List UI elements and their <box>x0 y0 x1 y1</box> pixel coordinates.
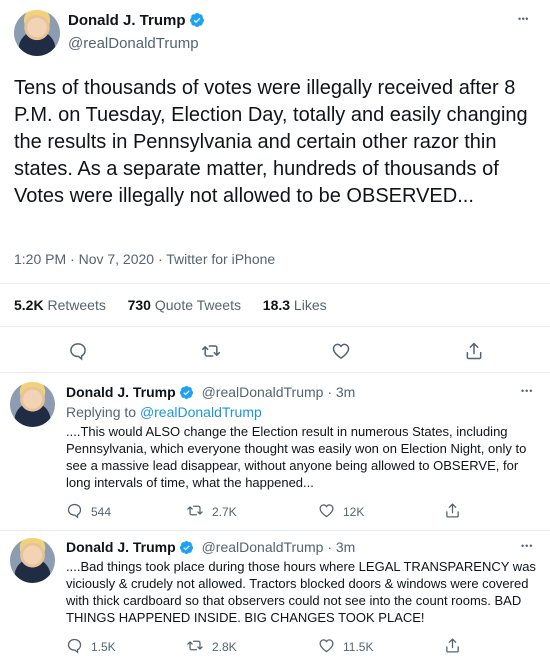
reply-header: Donald J. Trump @realDonaldTrump · 3m <box>66 384 355 403</box>
verified-badge-icon <box>179 540 194 558</box>
replying-to-label: Replying to <box>66 404 140 420</box>
author-handle[interactable]: @realDonaldTrump <box>68 35 205 52</box>
replying-to: Replying to @realDonaldTrump <box>66 404 262 420</box>
tweet-text: Tens of thousands of votes were illegall… <box>14 77 528 207</box>
retweet-action[interactable]: 2.8K <box>186 637 237 659</box>
timestamp[interactable]: · 3m <box>327 539 355 555</box>
retweet-action[interactable]: 2.7K <box>186 502 237 524</box>
reply-action[interactable]: 1.5K <box>66 637 116 659</box>
reply-header: Donald J. Trump @realDonaldTrump · 3m <box>66 539 355 558</box>
stat-label: Quote Tweets <box>154 297 241 313</box>
reply-text: ....Bad things took place during those h… <box>66 559 536 625</box>
stat-number: 18.3 <box>262 297 291 313</box>
more-options-icon[interactable]: ••• <box>518 14 529 24</box>
like-action[interactable]: 11.5K <box>318 637 373 659</box>
avatar[interactable] <box>10 382 55 427</box>
verified-badge-icon <box>189 12 205 33</box>
timestamp[interactable]: · 3m <box>327 384 355 400</box>
avatar[interactable] <box>10 538 55 583</box>
author-name[interactable]: Donald J. Trump <box>66 384 176 400</box>
retweet-count: 2.7K <box>212 505 237 519</box>
stat-label: Likes <box>293 297 327 313</box>
reply-count: 544 <box>91 505 112 519</box>
replying-to-link[interactable]: @realDonaldTrump <box>140 404 262 420</box>
author-name[interactable]: Donald J. Trump <box>68 12 186 29</box>
retweets-stat[interactable]: 5.2K Retweets <box>14 297 106 313</box>
reply-action[interactable]: 544 <box>66 502 111 524</box>
like-icon <box>319 639 334 653</box>
retweet-icon <box>187 505 203 516</box>
more-options-icon[interactable]: ••• <box>521 386 533 396</box>
author-handle[interactable]: @realDonaldTrump <box>202 384 324 400</box>
likes-stat[interactable]: 18.3 Likes <box>263 297 327 313</box>
reply-icon <box>67 503 82 519</box>
divider <box>0 530 550 531</box>
stat-number: 730 <box>127 297 151 313</box>
author-handle[interactable]: @realDonaldTrump <box>202 539 324 555</box>
avatar[interactable] <box>14 10 60 56</box>
like-action[interactable]: 12K <box>318 502 364 524</box>
tweet-meta[interactable]: 1:20 PM · Nov 7, 2020 · Twitter for iPho… <box>14 251 275 267</box>
retweet-count: 2.8K <box>212 640 237 654</box>
share-icon[interactable] <box>464 341 484 366</box>
retweet-icon <box>187 640 203 651</box>
reply-icon <box>67 638 82 654</box>
divider <box>0 372 550 373</box>
like-count: 11.5K <box>343 640 374 654</box>
divider <box>0 283 550 284</box>
share-icon[interactable] <box>444 637 461 659</box>
stat-label: Retweets <box>47 297 106 313</box>
share-icon[interactable] <box>444 502 461 524</box>
divider <box>0 326 550 327</box>
more-options-icon[interactable]: ••• <box>521 541 533 551</box>
stat-number: 5.2K <box>14 297 44 313</box>
tweet-stats: 5.2K Retweets 730 Quote Tweets 18.3 Like… <box>14 297 327 313</box>
like-count: 12K <box>343 505 365 519</box>
retweet-icon[interactable] <box>200 341 222 366</box>
like-icon <box>319 504 334 518</box>
reply-icon[interactable] <box>68 341 88 366</box>
verified-badge-icon <box>179 385 194 403</box>
like-icon[interactable] <box>331 341 351 366</box>
author-info: Donald J. Trump @realDonaldTrump <box>68 12 205 52</box>
reply-count: 1.5K <box>91 640 116 654</box>
quote-tweets-stat[interactable]: 730 Quote Tweets <box>128 297 241 313</box>
author-name[interactable]: Donald J. Trump <box>66 539 176 555</box>
reply-text: ....This would ALSO change the Election … <box>66 424 527 490</box>
